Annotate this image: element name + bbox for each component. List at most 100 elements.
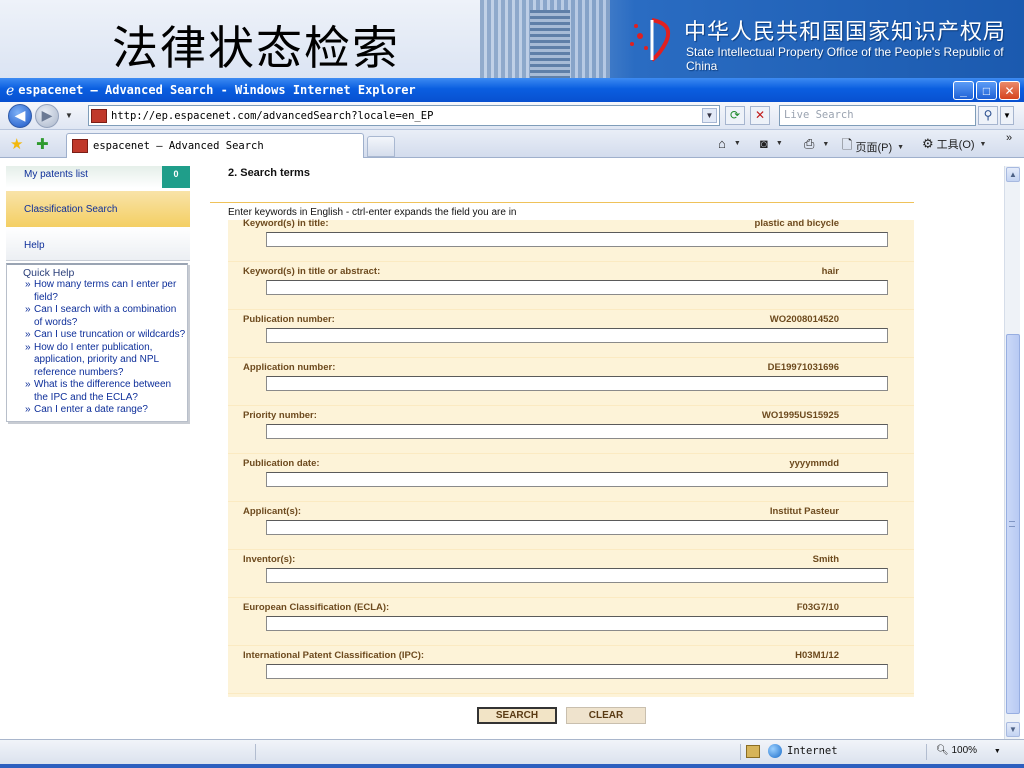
stop-button[interactable]: ✕ <box>750 106 770 125</box>
zoom-control[interactable]: 🔍︎ 100% ▼ <box>936 745 1001 756</box>
bullet-icon: » <box>25 341 31 353</box>
status-divider <box>740 744 741 760</box>
abstract-keywords-input[interactable] <box>266 280 888 295</box>
applicants-input[interactable] <box>266 520 888 535</box>
field-example: hair <box>821 266 839 277</box>
espacenet-favicon-icon <box>72 139 88 153</box>
field-label: Applicant(s): <box>243 506 302 517</box>
espacenet-favicon-icon <box>91 108 107 123</box>
priority-number-input[interactable] <box>266 424 888 439</box>
ie-logo-icon: ℯ <box>6 81 15 98</box>
sidebar-item-help[interactable]: Help <box>6 227 190 261</box>
publication-number-input[interactable] <box>266 328 888 343</box>
quick-help-link[interactable]: » Can I search with a combination of word… <box>7 304 187 329</box>
ipc-input[interactable] <box>266 664 888 679</box>
chevron-down-icon: ▼ <box>897 143 905 151</box>
ecla-input[interactable] <box>266 616 888 631</box>
quick-help-link[interactable]: » Can I enter a date range? <box>7 404 187 417</box>
title-bar[interactable]: ℯ espacenet — Advanced Search - Windows … <box>0 78 1024 102</box>
tab-espacenet[interactable]: espacenet — Advanced Search <box>66 133 364 158</box>
printer-icon: ⎙ <box>804 136 815 151</box>
history-dropdown-icon[interactable]: ▼ <box>65 111 73 120</box>
close-button[interactable]: ✕ <box>999 81 1020 100</box>
quick-help-title: Quick Help <box>23 267 75 279</box>
url-dropdown-icon[interactable]: ▼ <box>702 108 717 123</box>
field-application-number: Application number: DE19971031696 <box>228 358 914 406</box>
field-label: Publication number: <box>243 314 335 325</box>
tools-menu[interactable]: ⚙ 工具(O) ▼ <box>922 136 986 152</box>
live-search-input[interactable]: Live Search <box>779 105 976 126</box>
field-publication-date: Publication date: yyyymmdd <box>228 454 914 502</box>
clear-button[interactable]: CLEAR <box>566 707 646 724</box>
minimize-button[interactable]: _ <box>953 81 974 100</box>
bullet-icon: » <box>25 379 31 390</box>
search-icon[interactable]: ⚲ <box>978 106 998 125</box>
window-controls: _ □ ✕ <box>953 81 1020 100</box>
quick-help-link[interactable]: » How do I enter publication, application… <box>7 342 187 380</box>
field-example: DE19971031696 <box>767 362 839 373</box>
org-name-en: State Intellectual Property Office of th… <box>686 45 1004 73</box>
field-example: WO1995US15925 <box>761 410 839 421</box>
search-button[interactable]: SEARCH <box>477 707 557 724</box>
favorites-star-icon[interactable]: ★ <box>10 135 23 153</box>
sipo-logo-icon <box>630 18 671 62</box>
chevron-down-icon: ▼ <box>979 140 987 148</box>
field-ipc: International Patent Classification (IPC… <box>228 646 914 694</box>
bullet-icon: » <box>25 304 31 315</box>
url-field[interactable]: http://ep.espacenet.com/advancedSearch?l… <box>88 105 720 126</box>
bullet-icon: » <box>25 404 31 415</box>
search-options-dropdown-icon[interactable]: ▼ <box>1000 106 1014 125</box>
address-bar: ◀ ▶ ▼ http://ep.espacenet.com/advancedSe… <box>0 102 1024 130</box>
field-example: WO2008014520 <box>769 314 839 325</box>
publication-date-input[interactable] <box>266 472 888 487</box>
sidebar: My patents list 0 Classification Search … <box>6 166 190 422</box>
protected-mode-icon[interactable] <box>746 745 760 758</box>
sidebar-item-label: My patents list <box>24 169 88 180</box>
toolbar-overflow-icon[interactable]: » <box>1006 132 1012 144</box>
scroll-down-icon[interactable]: ▼ <box>1006 722 1020 737</box>
status-divider <box>926 744 927 760</box>
quick-help-panel: Quick Help » How many terms can I enter p… <box>6 263 188 422</box>
field-label: Publication date: <box>243 458 320 469</box>
maximize-button[interactable]: □ <box>976 81 997 100</box>
org-name-cn: 中华人民共和国国家知识产权局 <box>684 20 1007 45</box>
chevron-down-icon: ▼ <box>822 140 830 148</box>
security-zone[interactable]: Internet <box>768 744 838 758</box>
quick-help-link[interactable]: » What is the difference between the IPC … <box>7 379 187 404</box>
status-bar: Internet 🔍︎ 100% ▼ <box>0 739 1024 764</box>
tab-label: espacenet — Advanced Search <box>93 140 264 152</box>
new-tab-button[interactable] <box>367 136 395 157</box>
vertical-scrollbar[interactable]: ▲ ▼ <box>1004 166 1020 739</box>
home-button[interactable]: ⌂ ▼ <box>718 136 741 151</box>
taskbar-edge <box>0 764 1024 768</box>
forward-button[interactable]: ▶ <box>35 103 59 128</box>
sidebar-item-my-patents[interactable]: My patents list 0 <box>6 166 190 188</box>
ie-window: ℯ espacenet — Advanced Search - Windows … <box>0 78 1024 768</box>
title-keywords-input[interactable] <box>266 232 888 247</box>
inventors-input[interactable] <box>266 568 888 583</box>
sidebar-item-classification[interactable]: Classification Search <box>6 191 190 227</box>
field-publication-number: Publication number: WO2008014520 <box>228 310 914 358</box>
security-zone-label: Internet <box>787 745 838 757</box>
field-example: yyyymmdd <box>789 458 839 469</box>
field-label: Inventor(s): <box>243 554 296 565</box>
add-favorites-icon[interactable]: ✚ <box>36 135 49 153</box>
application-number-input[interactable] <box>266 376 888 391</box>
scroll-up-icon[interactable]: ▲ <box>1006 167 1020 182</box>
print-button[interactable]: ⎙ ▼ <box>804 136 829 152</box>
field-label: European Classification (ECLA): <box>243 602 390 613</box>
field-abstract-keywords: Keyword(s) in title or abstract: hair <box>228 262 914 310</box>
field-priority-number: Priority number: WO1995US15925 <box>228 406 914 454</box>
globe-icon <box>768 744 782 758</box>
divider <box>210 202 914 203</box>
refresh-button[interactable]: ⟳ <box>725 106 745 125</box>
page-content: My patents list 0 Classification Search … <box>0 166 1004 739</box>
feeds-button[interactable]: ◙ ▼ <box>760 136 783 151</box>
window-title: espacenet — Advanced Search - Windows In… <box>18 83 416 97</box>
page-menu[interactable]: 🗋 页面(P) ▼ <box>842 136 904 158</box>
field-title-keywords: Keyword(s) in title: plastic and bicycle <box>228 214 914 262</box>
back-button[interactable]: ◀ <box>8 103 32 128</box>
quick-help-link[interactable]: » How many terms can I enter per field? <box>7 279 187 304</box>
chevron-down-icon: ▼ <box>775 140 783 147</box>
quick-help-link[interactable]: » Can I use truncation or wildcards? <box>7 329 187 342</box>
